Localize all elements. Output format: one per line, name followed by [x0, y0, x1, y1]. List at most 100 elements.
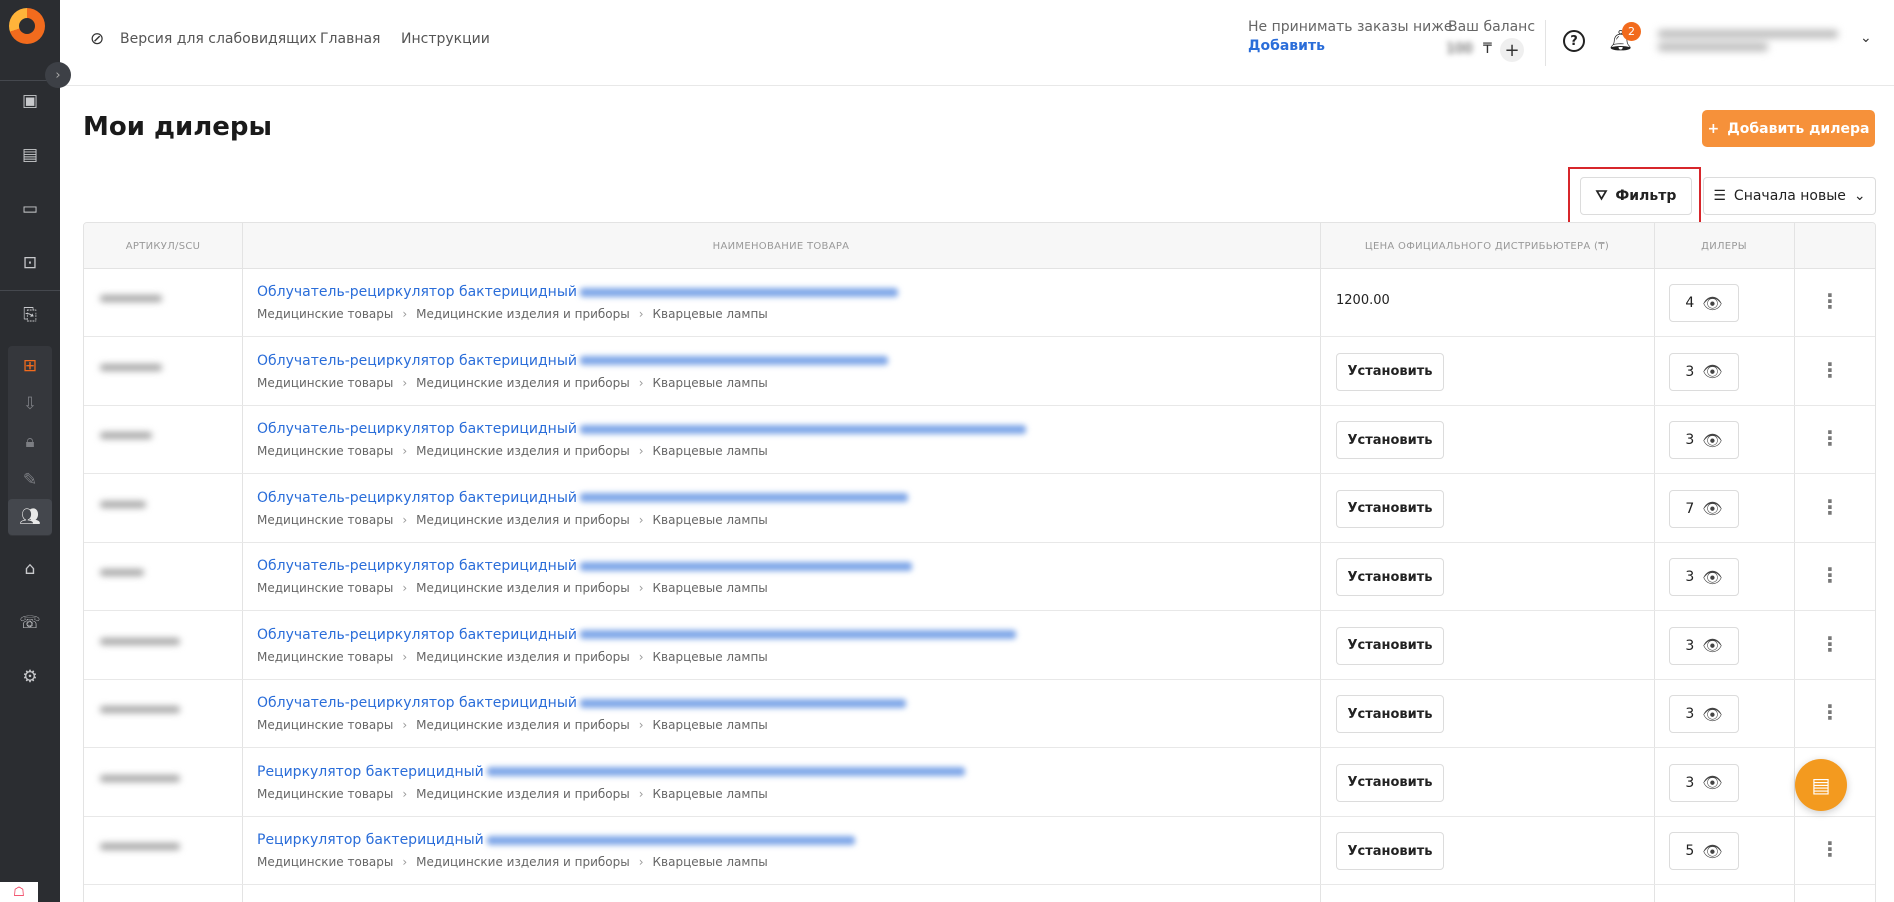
nav-link-home[interactable]: Главная [320, 31, 380, 47]
notification-badge: 2 [1622, 22, 1641, 41]
eye-icon: 👁︎ [1702, 293, 1723, 313]
dealers-count-button[interactable]: 3 👁︎ [1669, 421, 1739, 459]
more-options-icon[interactable]: ⋮ [1820, 497, 1840, 517]
orders-box-icon[interactable]: ▣ [0, 82, 60, 120]
download-product-icon[interactable]: ⇩ [8, 386, 52, 422]
product-name-link[interactable]: Облучатель-рециркулятор бактерицидный [257, 695, 906, 711]
breadcrumb-item: Медицинские товары [257, 307, 394, 321]
sort-select[interactable]: ☰ Сначала новые ⌄ [1703, 177, 1876, 215]
nav-link-instructions[interactable]: Инструкции [401, 31, 490, 47]
set-price-button[interactable]: Установить [1336, 352, 1444, 391]
table-row: Облучатель-рециркулятор бактерицидный Мед… [84, 543, 1875, 611]
product-name-hidden [579, 698, 906, 708]
chat-button[interactable]: ▤ [1795, 759, 1847, 811]
product-name-hidden [579, 493, 908, 502]
logo-icon[interactable] [9, 8, 45, 44]
product-name-hidden [579, 424, 1026, 434]
product-name-link[interactable]: Облучатель-рециркулятор бактерицидный [257, 627, 1016, 643]
category-breadcrumb: Медицинские товары › Медицинские изделия и… [257, 376, 768, 390]
eye-icon: 👁︎ [1702, 704, 1723, 724]
breadcrumb-item: Медицинские изделия и приборы [416, 649, 630, 664]
bag-icon[interactable]: ⊡ [0, 244, 60, 282]
product-name-link[interactable]: Облучатель-рециркулятор бактерицидный [257, 353, 888, 369]
help-icon[interactable]: ? [1563, 30, 1585, 52]
filter-label: Фильтр [1615, 188, 1677, 204]
breadcrumb-item: Кварцевые лампы [652, 718, 768, 732]
category-breadcrumb: Медицинские товары › Медицинские изделия и… [257, 513, 768, 527]
page-title: Мои дилеры [83, 112, 273, 142]
dealers-count: 3 [1685, 706, 1695, 722]
more-options-icon[interactable]: ⋮ [1820, 565, 1840, 585]
sidebar-item-add-product-icon[interactable]: ⊞ [8, 348, 52, 384]
dealers-count: 3 [1685, 569, 1695, 585]
top-up-balance-button[interactable]: + [1500, 38, 1524, 62]
dealers-count-button[interactable]: 3 👁︎ [1669, 763, 1739, 802]
dealers-count: 7 [1685, 500, 1695, 517]
set-price-button[interactable]: Установить [1336, 695, 1444, 733]
more-options-icon[interactable]: ⋮ [1820, 360, 1840, 380]
bottom-app-icon[interactable]: ☖ [0, 882, 38, 902]
chevron-right-icon: › [402, 307, 408, 321]
set-price-button[interactable]: Установить [1336, 763, 1444, 802]
chevron-down-icon[interactable]: ⌄ [1860, 30, 1872, 46]
dealers-count-button[interactable]: 5 👁︎ [1669, 832, 1739, 870]
more-options-icon[interactable]: ⋮ [1820, 428, 1840, 448]
orders-done-icon[interactable]: ▤ [0, 136, 60, 174]
table-header: АРТИКУЛ/SCU НАИМЕНОВАНИЕ ТОВАРА ЦЕНА ОФИ… [84, 223, 1875, 269]
add-dealer-button[interactable]: + Добавить дилера [1702, 110, 1875, 147]
set-price-button[interactable]: Установить [1336, 558, 1444, 596]
clipboard-icon[interactable]: ⎘ [0, 296, 60, 334]
dealers-count-button[interactable]: 3 👁︎ [1669, 626, 1739, 665]
sku-value [100, 295, 170, 307]
more-options-icon[interactable]: ⋮ [1820, 839, 1840, 859]
bank-icon[interactable]: ⌂ [0, 550, 60, 588]
set-price-button[interactable]: Установить [1336, 489, 1444, 528]
set-price-button[interactable]: Установить [1336, 832, 1444, 870]
product-name-text: Облучатель-рециркулятор бактерицидный [257, 489, 577, 506]
product-name-link[interactable]: Рециркулятор бактерицидный [257, 832, 855, 848]
lock-icon[interactable]: 🔒︎ [8, 424, 52, 460]
min-order-add-link[interactable]: Добавить [1248, 38, 1325, 54]
chevron-right-icon: › [638, 512, 644, 527]
eye-icon: 👁︎ [1702, 636, 1723, 655]
header-divider [1545, 20, 1546, 66]
dealers-count-button[interactable]: 3 👁︎ [1669, 695, 1739, 733]
document-icon[interactable]: ▭ [0, 190, 60, 228]
dealers-count: 3 [1685, 363, 1695, 380]
support-icon[interactable]: ☏ [0, 604, 60, 642]
sidebar-toggle-chevron-icon[interactable]: › [45, 62, 71, 88]
more-options-icon[interactable]: ⋮ [1820, 702, 1840, 722]
product-name-link[interactable]: Рециркулятор бактерицидный [257, 764, 965, 780]
sku-value [100, 432, 170, 444]
set-price-button[interactable]: Установить [1336, 626, 1444, 665]
category-breadcrumb: Медицинские товары › Медицинские изделия и… [257, 444, 768, 458]
breadcrumb-item: Кварцевые лампы [652, 855, 768, 869]
chat-message-icon: ▤ [1811, 773, 1831, 797]
eye-icon: 👁︎ [1702, 499, 1723, 518]
sku-value [100, 843, 180, 855]
dealers-count-button[interactable]: 4 👁︎ [1669, 284, 1739, 322]
dealers-count-button[interactable]: 3 👁︎ [1669, 352, 1739, 391]
dealers-count-button[interactable]: 7 👁︎ [1669, 489, 1739, 528]
set-price-button[interactable]: Установить [1336, 421, 1444, 459]
dealers-count-button[interactable]: 3 👁︎ [1669, 558, 1739, 596]
product-name-link[interactable]: Облучатель-рециркулятор бактерицидный [257, 490, 908, 506]
user-profile[interactable] [1658, 25, 1848, 59]
filter-button[interactable]: ⛛ Фильтр [1580, 177, 1692, 215]
column-header-distributor-price: ЦЕНА ОФИЦИАЛЬНОГО ДИСТРИБЬЮТЕРА (₸) [1364, 240, 1610, 252]
eye-icon: 👁︎ [1702, 430, 1723, 450]
more-options-icon[interactable]: ⋮ [1820, 291, 1840, 311]
edit-list-icon[interactable]: ✎ [8, 462, 52, 498]
eye-icon: 👁︎ [1702, 773, 1723, 792]
user-settings-icon[interactable]: ⚙ [0, 658, 60, 696]
column-header-dealers: ДИЛЕРЫ [1701, 240, 1747, 252]
sidebar-item-dealers-icon[interactable]: 👥︎ [8, 499, 52, 535]
accessibility-version-link[interactable]: Версия для слабовидящих [120, 31, 317, 47]
product-name-link[interactable]: Облучатель-рециркулятор бактерицидный [257, 421, 1026, 437]
chevron-right-icon: › [402, 718, 408, 732]
product-name-link[interactable]: Облучатель-рециркулятор бактерицидный [257, 558, 912, 574]
category-breadcrumb: Медицинские товары › Медицинские изделия и… [257, 718, 768, 732]
more-options-icon[interactable]: ⋮ [1820, 634, 1840, 654]
product-name-link[interactable]: Облучатель-рециркулятор бактерицидный [257, 284, 898, 300]
dealers-count: 4 [1685, 295, 1695, 311]
